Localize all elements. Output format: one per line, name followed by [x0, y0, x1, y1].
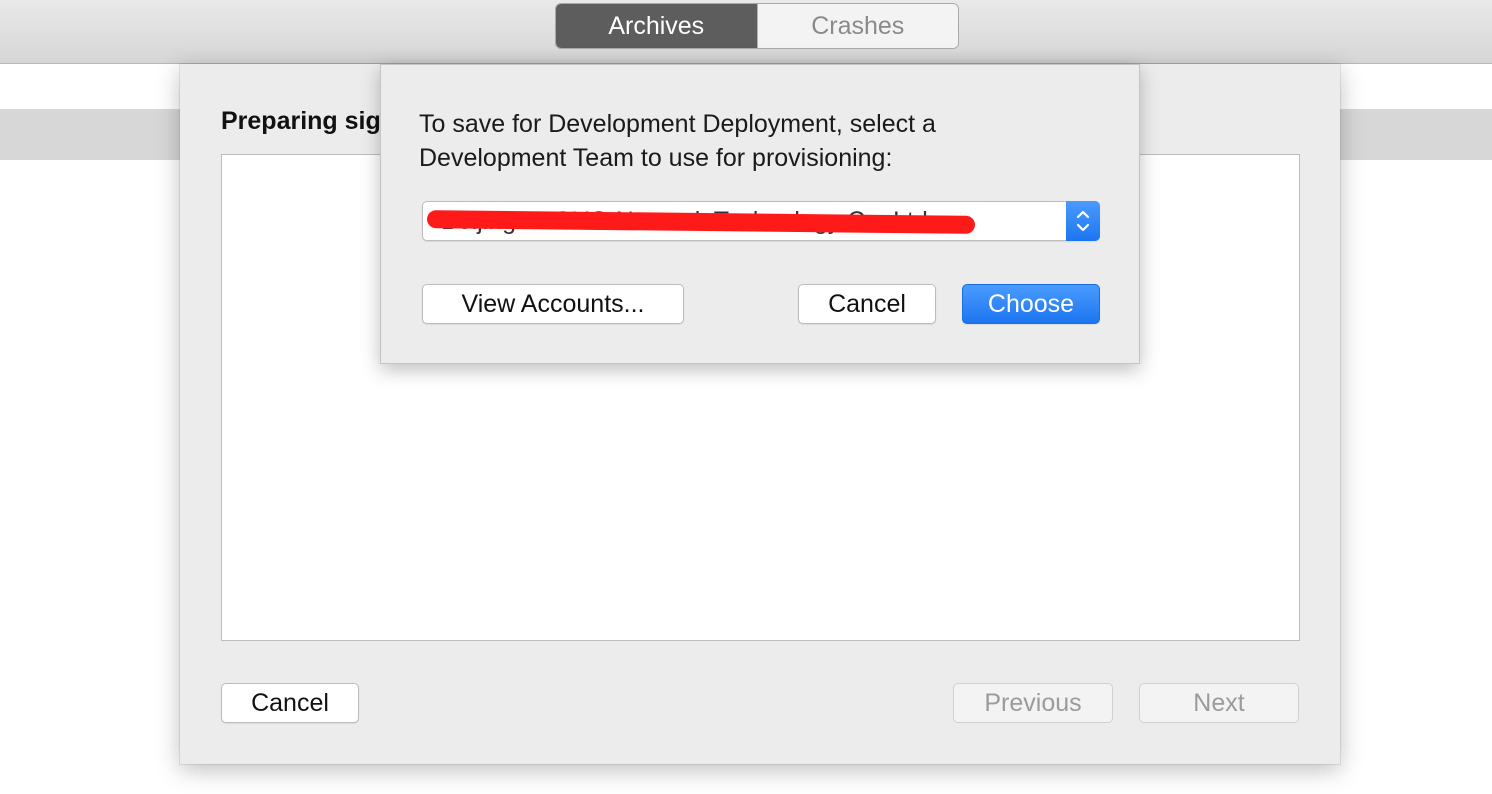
- previous-button[interactable]: Previous: [953, 683, 1113, 723]
- window-toolbar: Archives Crashes: [0, 0, 1492, 64]
- archives-crashes-segmented-control: Archives Crashes: [555, 3, 959, 49]
- choose-button[interactable]: Choose: [962, 284, 1100, 324]
- tab-crashes-label: Crashes: [811, 11, 905, 40]
- sheet-cancel-button[interactable]: Cancel: [221, 683, 359, 723]
- team-selection-popover: To save for Development Deployment, sele…: [380, 64, 1140, 364]
- tab-crashes[interactable]: Crashes: [756, 4, 958, 48]
- next-label: Next: [1193, 688, 1245, 717]
- chevron-up-down-icon[interactable]: [1066, 201, 1100, 241]
- tab-archives[interactable]: Archives: [556, 4, 757, 48]
- message-line-2: Development Team to use for provisioning…: [419, 144, 893, 172]
- team-selection-message: To save for Development Deployment, sele…: [419, 107, 1119, 175]
- tab-archives-label: Archives: [608, 11, 705, 40]
- sheet-cancel-label: Cancel: [251, 688, 329, 717]
- choose-label: Choose: [987, 289, 1075, 318]
- view-accounts-label: View Accounts...: [461, 289, 645, 318]
- sheet-title: Preparing sig: [221, 107, 381, 135]
- previous-label: Previous: [984, 688, 1082, 717]
- development-team-select[interactable]: Beijing AYOYO Network Technology Co.,Ltd: [422, 201, 1100, 241]
- next-button[interactable]: Next: [1139, 683, 1299, 723]
- popover-cancel-label: Cancel: [828, 289, 906, 318]
- message-line-1: To save for Development Deployment, sele…: [419, 110, 936, 138]
- view-accounts-button[interactable]: View Accounts...: [422, 284, 684, 324]
- popover-cancel-button[interactable]: Cancel: [798, 284, 936, 324]
